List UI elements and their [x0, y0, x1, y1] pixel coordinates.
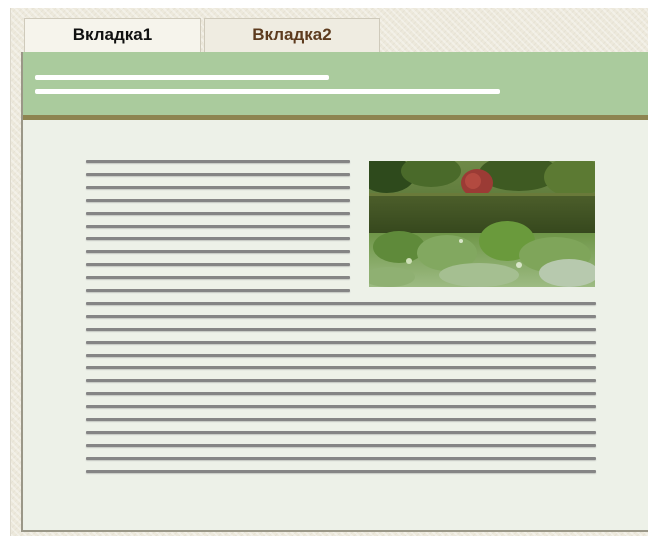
text-line	[86, 250, 350, 253]
header-placeholder-line	[35, 75, 329, 80]
text-line	[86, 173, 350, 176]
text-line	[86, 186, 350, 189]
text-line	[86, 341, 596, 344]
panel-content	[23, 120, 648, 530]
text-line	[86, 366, 596, 369]
garden-photo	[369, 161, 595, 287]
tab-1[interactable]: Вкладка1	[24, 18, 201, 52]
text-line	[86, 379, 596, 382]
text-line	[86, 199, 350, 202]
text-line	[86, 328, 596, 331]
text-line	[86, 405, 596, 408]
text-line	[86, 225, 350, 228]
text-line	[86, 212, 350, 215]
text-line	[86, 263, 350, 266]
tab-panel	[21, 52, 648, 532]
text-line	[86, 444, 596, 447]
text-line	[86, 302, 596, 305]
text-line	[86, 315, 596, 318]
text-line	[86, 289, 350, 292]
text-line	[86, 160, 350, 163]
text-line	[86, 392, 596, 395]
text-line	[86, 470, 596, 473]
panel-header	[23, 52, 648, 115]
tab-2[interactable]: Вкладка2	[204, 18, 380, 52]
text-line	[86, 276, 350, 279]
header-placeholder-line	[35, 89, 500, 94]
text-line	[86, 457, 596, 460]
text-line	[86, 431, 596, 434]
text-line	[86, 237, 350, 240]
text-line	[86, 354, 596, 357]
text-line	[86, 418, 596, 421]
